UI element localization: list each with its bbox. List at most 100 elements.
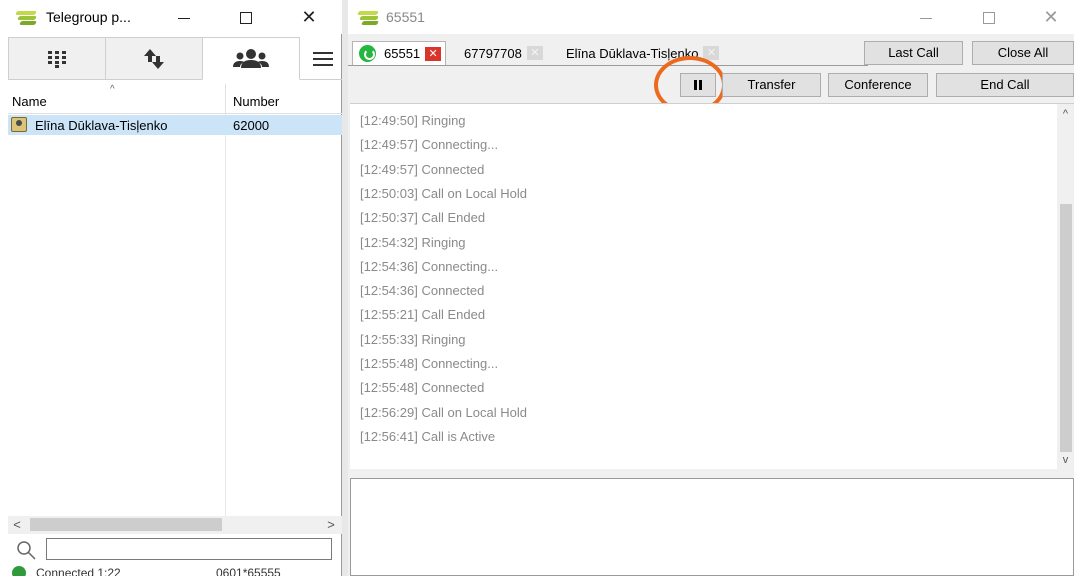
minimize-icon [920,17,932,19]
call-tab-65551[interactable]: 65551 ✕ [352,41,447,65]
right-window-title: 65551 [386,9,425,25]
contact-row[interactable]: Elīna Dūklava-Tisļenko 62000 [8,115,342,135]
search-row [8,536,342,564]
left-titlebar[interactable]: Telegroup p... ✕ [0,0,342,34]
log-time: [12:56:29] [360,404,418,420]
conference-button[interactable]: Conference [828,73,928,97]
log-event: Connected [421,380,485,396]
tab-contacts[interactable] [202,37,300,80]
message-input[interactable] [350,478,1074,576]
log-entry: [12:56:29] Call on Local Hold [360,405,527,420]
maximize-icon [983,12,995,25]
log-entry: [12:49:50] Ringing [360,113,466,128]
log-entry: [12:49:57] Connected [360,162,484,177]
call-log: [12:49:50] Ringing [12:49:57] Connecting.… [350,103,1074,470]
log-event: Call on Local Hold [421,185,527,201]
left-tab-bar [8,37,342,80]
call-tab-label: 67797708 [464,45,522,61]
log-time: [12:50:03] [360,185,418,201]
log-time: [12:55:48] [360,380,418,396]
status-connected-icon [12,566,26,576]
log-event: Call is Active [421,428,496,444]
telegroup-logo-icon [15,10,38,26]
log-event: Ringing [421,113,466,128]
log-entry: [12:55:48] Connected [360,380,484,395]
log-time: [12:54:36] [360,283,418,299]
log-time: [12:54:32] [360,234,418,250]
close-all-button[interactable]: Close All [972,41,1074,65]
end-call-button[interactable]: End Call [936,73,1074,97]
search-input[interactable] [46,538,332,560]
log-entry: [12:49:57] Connecting... [360,137,498,152]
phone-active-icon [359,45,376,62]
scroll-left-icon[interactable]: < [8,517,26,533]
column-divider [225,114,226,516]
status-number: 0601*65555 [216,566,281,576]
log-event: Ringing [421,234,466,250]
menu-button[interactable] [304,37,342,80]
log-event: Connecting... [421,137,499,153]
log-time: [12:55:21] [360,307,418,323]
log-event: Connecting... [421,356,499,371]
dialpad-icon [48,50,66,68]
log-event: Connected [421,283,485,299]
log-entry: [12:56:41] Call is Active [360,429,495,444]
scroll-right-icon[interactable]: > [322,517,340,533]
vertical-scrollbar[interactable]: ^ v [1057,104,1074,470]
right-close-button[interactable]: ✕ [1036,5,1066,29]
log-entry: [12:54:32] Ringing [360,235,466,250]
contact-card-icon [11,117,27,132]
tab-dialpad[interactable] [8,37,106,80]
log-time: [12:56:41] [360,428,418,444]
contact-number: 62000 [233,118,270,133]
log-entry: [12:50:03] Call on Local Hold [360,186,527,201]
status-text: Connected 1:22 [36,566,121,576]
log-time: [12:55:33] [360,331,418,347]
right-minimize-button[interactable] [911,5,941,29]
log-event: Connecting... [421,258,499,274]
transfer-button[interactable]: Transfer [722,73,821,97]
arrows-updown-icon [144,48,164,69]
tab-transfer[interactable] [105,37,203,80]
call-tab-67797708[interactable]: 67797708 ✕ [464,41,543,65]
log-event: Call Ended [421,210,486,226]
close-tab-icon[interactable]: ✕ [703,46,720,60]
right-maximize-button[interactable] [974,5,1004,29]
scroll-thumb[interactable] [30,518,222,531]
sort-caret-icon: ^ [110,84,115,95]
last-call-button[interactable]: Last Call [864,41,963,65]
maximize-icon [240,12,252,25]
scroll-thumb[interactable] [1060,204,1072,452]
scroll-down-icon[interactable]: v [1057,452,1074,468]
log-event: Connected [421,161,485,177]
column-number[interactable]: Number [233,94,279,109]
close-tab-icon[interactable]: ✕ [425,46,442,61]
hamburger-icon [313,51,333,66]
search-icon [17,541,36,560]
column-separator [225,84,226,114]
log-entry: [12:55:33] Ringing [360,332,466,347]
log-event: Call Ended [421,307,486,323]
log-time: [12:55:48] [360,356,418,371]
telegroup-logo-icon [357,10,380,26]
log-time: [12:49:57] [360,137,418,153]
scroll-up-icon[interactable]: ^ [1057,106,1074,122]
left-close-button[interactable]: ✕ [294,5,324,29]
log-time: [12:54:36] [360,258,418,274]
log-event: Call on Local Hold [421,404,527,420]
left-maximize-button[interactable] [231,5,261,29]
log-time: [12:49:57] [360,161,418,177]
status-bar: Connected 1:22 0601*65555 [8,566,342,576]
call-tab-label: 65551 [384,46,421,61]
contacts-column-header: ^ Name Number [8,84,342,114]
log-time: [12:50:37] [360,210,418,226]
left-minimize-button[interactable] [169,5,199,29]
right-titlebar[interactable]: 65551 ✕ [348,0,1074,34]
column-name[interactable]: Name [12,94,47,109]
minimize-icon [178,17,190,19]
log-event: Ringing [421,331,466,347]
people-icon [233,48,269,68]
close-tab-icon[interactable]: ✕ [526,46,543,60]
log-entry: [12:55:48] Connecting... [360,356,498,371]
horizontal-scrollbar[interactable]: < > [8,516,342,534]
